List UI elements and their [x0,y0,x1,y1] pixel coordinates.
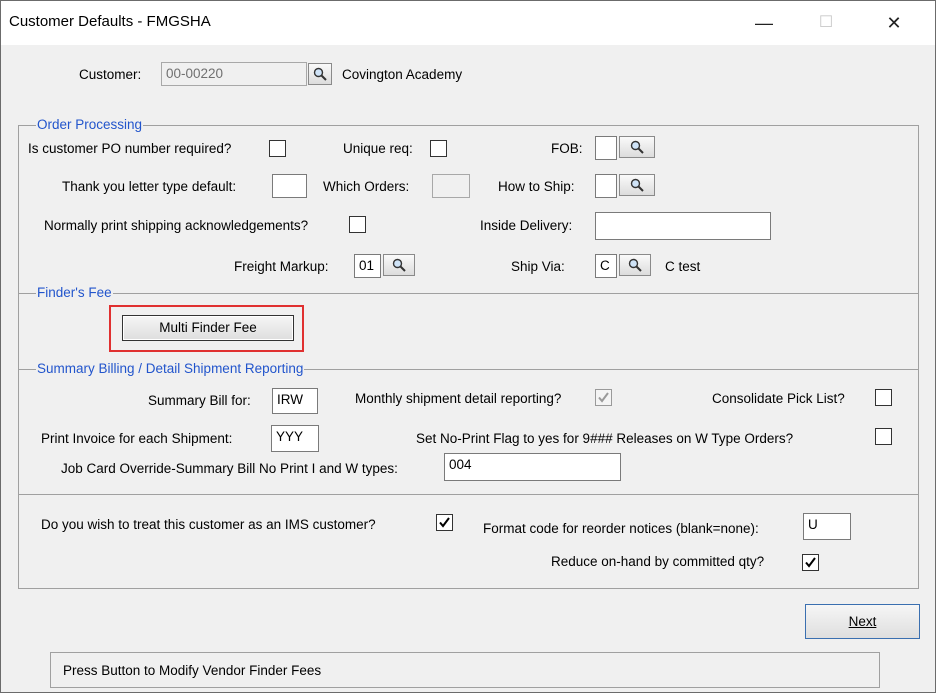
no-print-flag-checkbox[interactable] [875,428,892,445]
next-button[interactable]: Next [805,604,920,639]
ship-via-lookup-button[interactable] [619,254,651,276]
dialog-window: Customer Defaults - FMGSHA — ☐ ✕ Custome… [0,0,936,693]
search-icon [630,140,644,154]
thank-you-field[interactable] [272,174,307,198]
fob-field[interactable] [595,136,617,160]
thank-you-label: Thank you letter type default: [62,179,237,194]
window-title: Customer Defaults - FMGSHA [9,13,211,30]
close-button[interactable]: ✕ [871,1,917,45]
print-invoice-label: Print Invoice for each Shipment: [41,431,233,446]
summary-billing-title: Summary Billing / Detail Shipment Report… [36,361,305,376]
consolidate-pick-list-checkbox[interactable] [875,389,892,406]
customer-id-field: 00-00220 [161,62,307,86]
print-invoice-field[interactable]: YYY [271,425,319,452]
job-card-override-label: Job Card Override-Summary Bill No Print … [61,461,398,476]
title-bar: Customer Defaults - FMGSHA — ☐ ✕ [1,1,935,45]
ims-customer-checkbox[interactable] [436,514,453,531]
freight-markup-label: Freight Markup: [234,259,329,274]
search-icon [313,67,327,81]
search-icon [392,258,406,272]
po-required-label: Is customer PO number required? [28,141,232,156]
freight-markup-field[interactable]: 01 [354,254,381,278]
reduce-on-hand-label: Reduce on-hand by committed qty? [551,554,765,569]
monthly-reporting-label: Monthly shipment detail reporting? [355,391,562,406]
unique-req-checkbox[interactable] [430,140,447,157]
reduce-on-hand-checkbox[interactable] [802,554,819,571]
inside-delivery-label: Inside Delivery: [480,218,573,233]
search-icon [630,178,644,192]
consolidate-pick-list-label: Consolidate Pick List? [712,391,845,406]
status-text: Press Button to Modify Vendor Finder Fee… [63,663,322,678]
how-to-ship-field[interactable] [595,174,617,198]
job-card-override-field[interactable]: 004 [444,453,621,481]
search-icon [628,258,642,272]
print-ack-label: Normally print shipping acknowledgements… [44,218,309,233]
print-ack-checkbox[interactable] [349,216,366,233]
which-orders-label: Which Orders: [323,179,410,194]
ship-via-label: Ship Via: [511,259,565,274]
customer-name: Covington Academy [342,67,463,82]
how-to-ship-lookup-button[interactable] [619,174,655,196]
customer-label: Customer: [79,67,142,82]
checkmark-icon [439,517,450,528]
po-required-checkbox[interactable] [269,140,286,157]
finders-fee-divider [18,293,919,294]
customer-lookup-button[interactable] [308,63,332,85]
minimize-button[interactable]: — [741,1,787,45]
multi-finder-fee-button[interactable]: Multi Finder Fee [122,315,294,341]
format-code-label: Format code for reorder notices (blank=n… [483,521,759,536]
which-orders-field [432,174,470,198]
fob-label: FOB: [551,141,583,156]
checkmark-icon [805,557,816,568]
maximize-button[interactable]: ☐ [803,1,849,45]
freight-markup-lookup-button[interactable] [383,254,415,276]
summary-bill-field[interactable]: IRW [272,388,318,414]
order-processing-title: Order Processing [36,117,144,132]
ship-via-field[interactable]: C [595,254,617,278]
status-bar: Press Button to Modify Vendor Finder Fee… [50,652,880,688]
ims-divider [18,494,919,495]
summary-bill-label: Summary Bill for: [148,393,251,408]
monthly-reporting-checkbox [595,389,612,406]
checkmark-icon [598,392,609,403]
format-code-field[interactable]: U [803,513,851,540]
ims-customer-label: Do you wish to treat this customer as an… [41,517,376,532]
how-to-ship-label: How to Ship: [498,179,575,194]
no-print-flag-label: Set No-Print Flag to yes for 9### Releas… [416,431,794,446]
fob-lookup-button[interactable] [619,136,655,158]
ship-via-description: C test [665,259,701,274]
inside-delivery-field[interactable] [595,212,771,240]
finders-fee-title: Finder's Fee [36,285,113,300]
unique-req-label: Unique req: [343,141,413,156]
